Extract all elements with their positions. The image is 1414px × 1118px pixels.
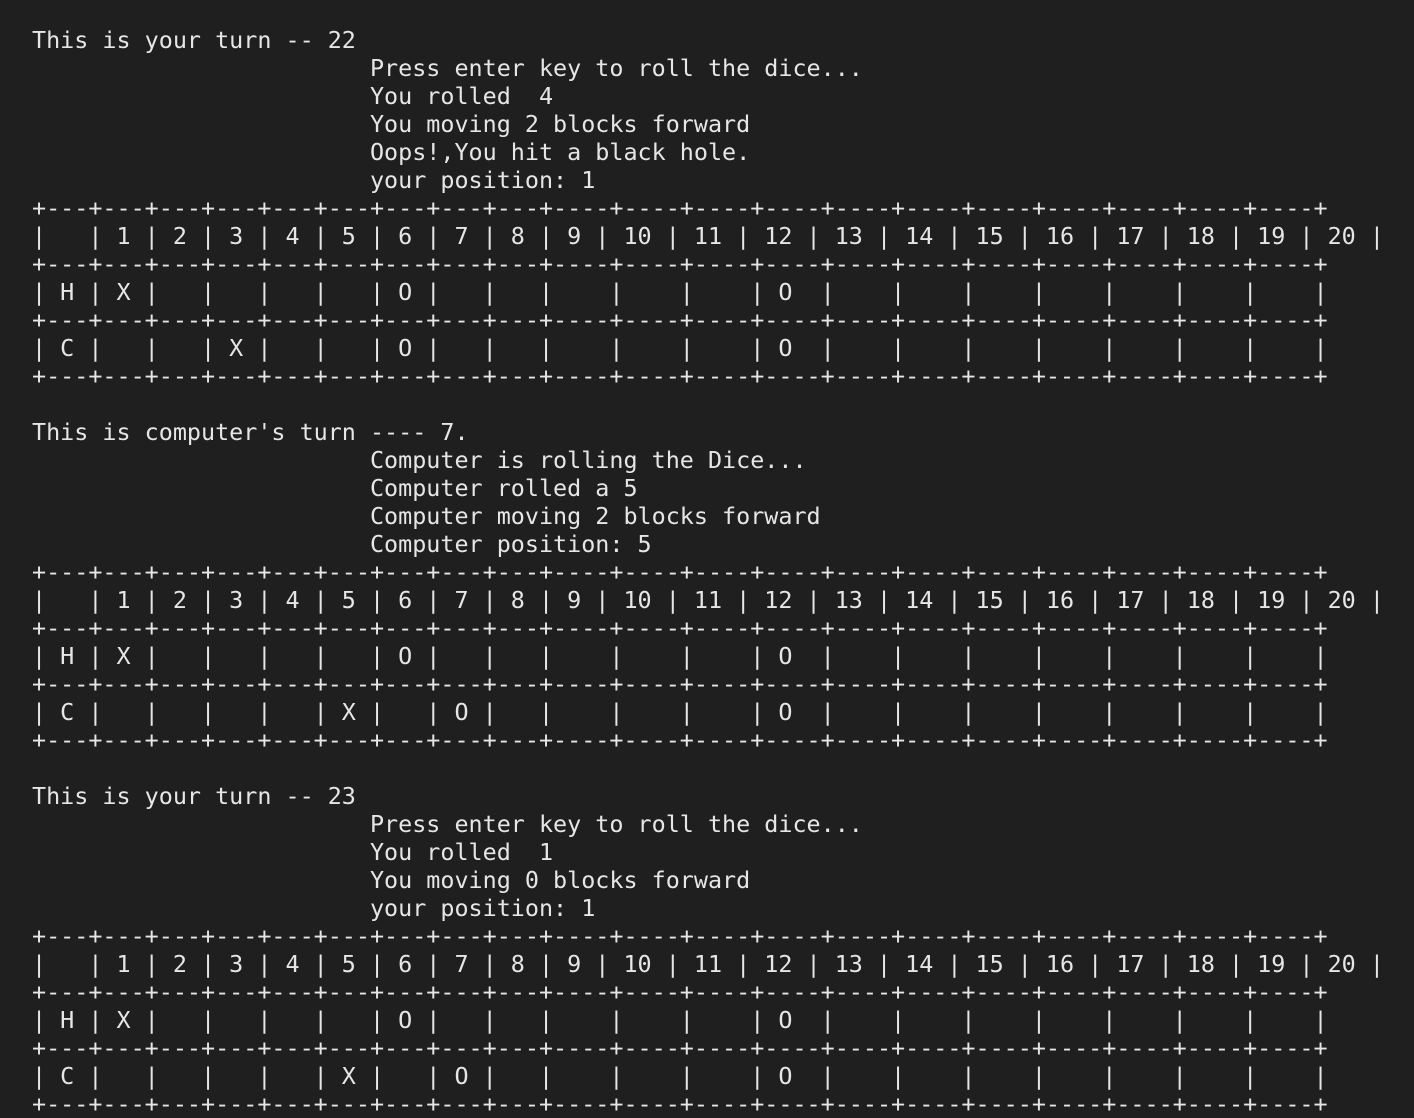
board-computer-row: | C | | | | | X | | O | | | | | O | | | …: [32, 1062, 1328, 1090]
board-border-line: +---+---+---+---+---+---+---+---+---+---…: [32, 362, 1328, 390]
board-border-line: +---+---+---+---+---+---+---+---+---+---…: [32, 1034, 1328, 1062]
board-header-row: | | 1 | 2 | 3 | 4 | 5 | 6 | 7 | 8 | 9 | …: [32, 222, 1384, 250]
turn-heading: This is your turn -- 23: [32, 782, 356, 810]
status-message: Computer moving 2 blocks forward: [32, 502, 821, 530]
board-border-line: +---+---+---+---+---+---+---+---+---+---…: [32, 726, 1328, 754]
status-message: Computer rolled a 5: [32, 474, 638, 502]
status-message: Computer is rolling the Dice...: [32, 446, 807, 474]
board-human-row: | H | X | | | | | O | | | | | | O | | | …: [32, 278, 1328, 306]
status-message: You moving 2 blocks forward: [32, 110, 751, 138]
board-border-line: +---+---+---+---+---+---+---+---+---+---…: [32, 922, 1328, 950]
turn-heading: This is computer's turn ---- 7.: [32, 418, 469, 446]
board-human-row: | H | X | | | | | O | | | | | | O | | | …: [32, 1006, 1328, 1034]
board-border-line: +---+---+---+---+---+---+---+---+---+---…: [32, 1090, 1328, 1118]
turn-heading: This is your turn -- 22: [32, 26, 356, 54]
board-border-line: +---+---+---+---+---+---+---+---+---+---…: [32, 614, 1328, 642]
board-computer-row: | C | | | X | | | O | | | | | | O | | | …: [32, 334, 1328, 362]
board-computer-row: | C | | | | | X | | O | | | | | O | | | …: [32, 698, 1328, 726]
status-message: your position: 1: [32, 894, 596, 922]
board-border-line: +---+---+---+---+---+---+---+---+---+---…: [32, 670, 1328, 698]
board-header-row: | | 1 | 2 | 3 | 4 | 5 | 6 | 7 | 8 | 9 | …: [32, 950, 1384, 978]
board-border-line: +---+---+---+---+---+---+---+---+---+---…: [32, 306, 1328, 334]
status-message: You rolled 1: [32, 838, 554, 866]
status-message: Press enter key to roll the dice...: [32, 54, 863, 82]
status-message: your position: 1: [32, 166, 596, 194]
board-border-line: +---+---+---+---+---+---+---+---+---+---…: [32, 194, 1328, 222]
board-header-row: | | 1 | 2 | 3 | 4 | 5 | 6 | 7 | 8 | 9 | …: [32, 586, 1384, 614]
board-border-line: +---+---+---+---+---+---+---+---+---+---…: [32, 250, 1328, 278]
status-message: Press enter key to roll the dice...: [32, 810, 863, 838]
status-message: Oops!,You hit a black hole.: [32, 138, 751, 166]
board-border-line: +---+---+---+---+---+---+---+---+---+---…: [32, 978, 1328, 1006]
status-message: You rolled 4: [32, 82, 554, 110]
status-message: You moving 0 blocks forward: [32, 866, 751, 894]
board-human-row: | H | X | | | | | O | | | | | | O | | | …: [32, 642, 1328, 670]
board-border-line: +---+---+---+---+---+---+---+---+---+---…: [32, 558, 1328, 586]
status-message: Computer position: 5: [32, 530, 652, 558]
terminal-output: This is your turn -- 22 Press enter key …: [32, 26, 1384, 1118]
